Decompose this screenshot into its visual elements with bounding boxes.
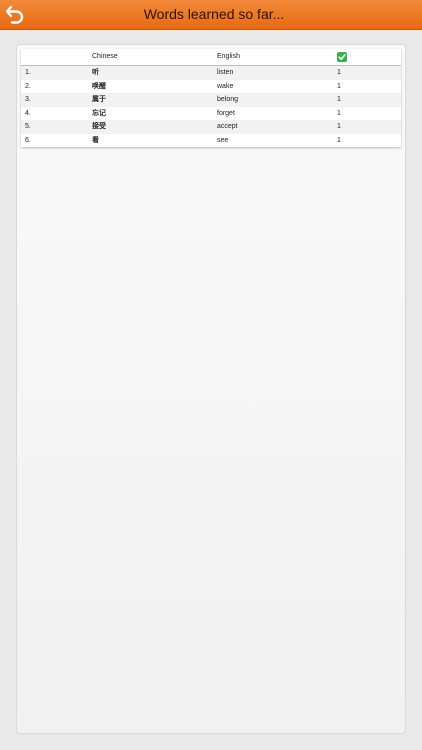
column-header-english: English — [217, 53, 240, 60]
words-table: Chinese English 1. 听 listen 1 2. 唤醒 wake… — [21, 49, 401, 147]
table-row: 2. 唤醒 wake 1 — [21, 80, 401, 94]
learned-count: 1 — [337, 96, 341, 103]
table-row: 6. 看 see 1 — [21, 134, 401, 148]
chinese-word: 唤醒 — [92, 82, 106, 90]
row-number: 3. — [25, 96, 31, 103]
column-header-chinese: Chinese — [92, 53, 118, 60]
row-number: 5. — [25, 123, 31, 130]
row-number: 6. — [25, 136, 31, 144]
table-header: Chinese English — [21, 49, 401, 66]
chinese-word: 看 — [92, 136, 99, 144]
english-word: wake — [217, 82, 234, 90]
table-row: 5. 接受 accept 1 — [21, 120, 401, 134]
english-word: accept — [217, 123, 238, 130]
learned-count: 1 — [337, 69, 341, 76]
learned-count: 1 — [337, 123, 341, 130]
check-icon — [337, 52, 347, 62]
row-number: 1. — [25, 69, 31, 76]
chinese-word: 忘记 — [92, 109, 106, 117]
table-row: 3. 属于 belong 1 — [21, 93, 401, 107]
chinese-word: 听 — [92, 69, 99, 76]
row-number: 4. — [25, 109, 31, 117]
chinese-word: 接受 — [92, 123, 106, 130]
page-title: Words learned so far... — [143, 6, 285, 22]
learned-count: 1 — [337, 136, 341, 144]
chinese-word: 属于 — [92, 96, 106, 103]
english-word: belong — [217, 96, 239, 103]
top-bar: Words learned so far... — [0, 0, 422, 30]
table-row: 1. 听 listen 1 — [21, 66, 401, 80]
english-word: listen — [217, 69, 234, 76]
content-card: Chinese English 1. 听 listen 1 2. 唤醒 wake… — [16, 44, 406, 734]
english-word: forget — [217, 109, 235, 117]
learned-count: 1 — [337, 82, 341, 90]
learned-count: 1 — [337, 109, 341, 117]
table-row: 4. 忘记 forget 1 — [21, 107, 401, 121]
english-word: see — [217, 136, 229, 144]
row-number: 2. — [25, 82, 31, 90]
